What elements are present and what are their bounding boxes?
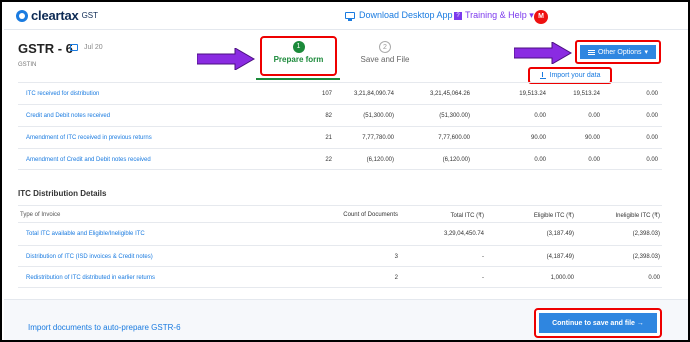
row-value: 3,21,45,064.26 [429,91,470,97]
row-value: 19,513.24 [519,91,546,97]
row-value: - [482,254,484,260]
row-label-link[interactable]: Distribution of ITC (ISD invoices & Cred… [26,254,153,260]
calendar-icon [70,44,78,51]
table-row: ITC received for distribution 107 3,21,8… [18,82,662,104]
row-label-link[interactable]: Amendment of ITC received in previous re… [26,135,152,141]
return-period[interactable]: Jul 20 [84,44,103,51]
row-value: 0.00 [534,157,546,163]
row-value: 0.00 [588,113,600,119]
page-title: GSTR - 6 [18,41,73,56]
step-number-2: 2 [379,41,391,53]
row-count: 21 [325,135,332,141]
row-value: 90.00 [584,135,600,141]
row-value: - [482,275,484,281]
step-prepare-form[interactable]: 1 Prepare form [260,36,337,76]
row-label-link[interactable]: Amendment of Credit and Debit notes rece… [26,157,151,163]
row-value: 0.00 [534,113,546,119]
other-options-label: Other Options [597,48,642,56]
row-value: (6,120.00) [442,157,470,163]
table-row: Amendment of ITC received in previous re… [18,126,662,148]
chevron-down-icon: ▾ [644,49,649,56]
row-value: 0.00 [588,157,600,163]
monitor-icon [345,11,355,21]
table-row: Total ITC available and Eligible/Ineligi… [18,223,662,245]
row-value: 90.00 [530,135,546,141]
help-icon: ? [454,11,462,20]
continue-to-save-and-file-button[interactable]: Continue to save and file → [534,308,662,338]
column-header: Total ITC (₹) [450,213,485,219]
column-header: Count of Documents [343,212,398,218]
row-value: (2,398.03) [632,231,660,237]
row-value: 19,513.24 [573,91,600,97]
step-label-prepare-form: Prepare form [273,55,324,64]
user-avatar[interactable]: M [534,10,548,24]
table-header: Type of Invoice Count of Documents Total… [18,205,662,223]
training-help-label: Training & Help ▾ [465,10,534,20]
row-value: 0.00 [648,275,660,281]
menu-icon [587,49,595,55]
cleartax-logo-icon [16,9,28,22]
row-count: 107 [321,91,332,97]
row-value: 0.00 [646,113,658,119]
annotation-arrow-icon [197,48,255,70]
brand-name: cleartax [31,8,79,23]
row-value: 7,77,780.00 [362,135,394,141]
download-icon [539,71,546,79]
step-save-and-file[interactable]: 2 Save and File [350,38,420,64]
gstin-label: GSTIN [18,62,37,68]
row-value: (2,398.03) [632,254,660,260]
other-options-button[interactable]: Other Options ▾ [575,40,661,64]
import-your-data-label: Import your data [549,72,601,79]
column-header: Type of Invoice [20,212,61,218]
row-count: 82 [325,113,332,119]
column-header: Eligible ITC (₹) [533,213,574,219]
screenshot-frame: cleartax GST Download Desktop App ? Trai… [0,0,690,342]
row-count: 22 [325,157,332,163]
column-header: Ineligible ITC (₹) [615,213,661,219]
row-value: 0.00 [646,135,658,141]
row-value: 0.00 [646,157,658,163]
row-value: (51,300.00) [363,113,394,119]
row-label-link[interactable]: ITC received for distribution [26,91,99,97]
annotation-arrow-icon [514,42,572,64]
step-label-save-and-file: Save and File [360,55,410,64]
row-value: (6,120.00) [366,157,394,163]
table-row: Distribution of ITC (ISD invoices & Cred… [18,245,662,267]
table-row: Amendment of Credit and Debit notes rece… [18,148,662,170]
training-help-menu[interactable]: ? Training & Help ▾ [454,10,534,21]
active-step-indicator [256,78,340,80]
row-value: (3,187.49) [546,231,574,237]
row-value: (4,187.49) [546,254,574,260]
row-value: 7,77,600.00 [438,135,470,141]
row-value: 0.00 [646,91,658,97]
table-row: Credit and Debit notes received 82 (51,3… [18,104,662,126]
download-desktop-app-label: Download Desktop App [359,10,453,20]
row-value: (51,300.00) [439,113,470,119]
row-label-link[interactable]: Redistribution of ITC distributed in ear… [26,275,155,281]
row-value: 3,29,04,450.74 [443,231,484,237]
step-number-1: 1 [292,41,305,53]
section-title: ITC Distribution Details [18,189,107,198]
row-count: 3 [394,254,398,260]
import-documents-link[interactable]: Import documents to auto-prepare GSTR-6 [28,323,181,332]
download-desktop-app-link[interactable]: Download Desktop App [345,10,453,21]
continue-button-label: Continue to save and file → [539,313,657,333]
row-value: 3,21,84,090.74 [353,91,394,97]
row-label-link[interactable]: Total ITC available and Eligible/Ineligi… [26,231,145,237]
row-value: 1,000.00 [550,275,574,281]
row-label-link[interactable]: Credit and Debit notes received [26,113,110,119]
row-count: 2 [394,275,398,281]
brand-suffix: GST [81,11,99,20]
brand-logo[interactable]: cleartax GST [16,8,98,23]
table-row: Redistribution of ITC distributed in ear… [18,266,662,288]
